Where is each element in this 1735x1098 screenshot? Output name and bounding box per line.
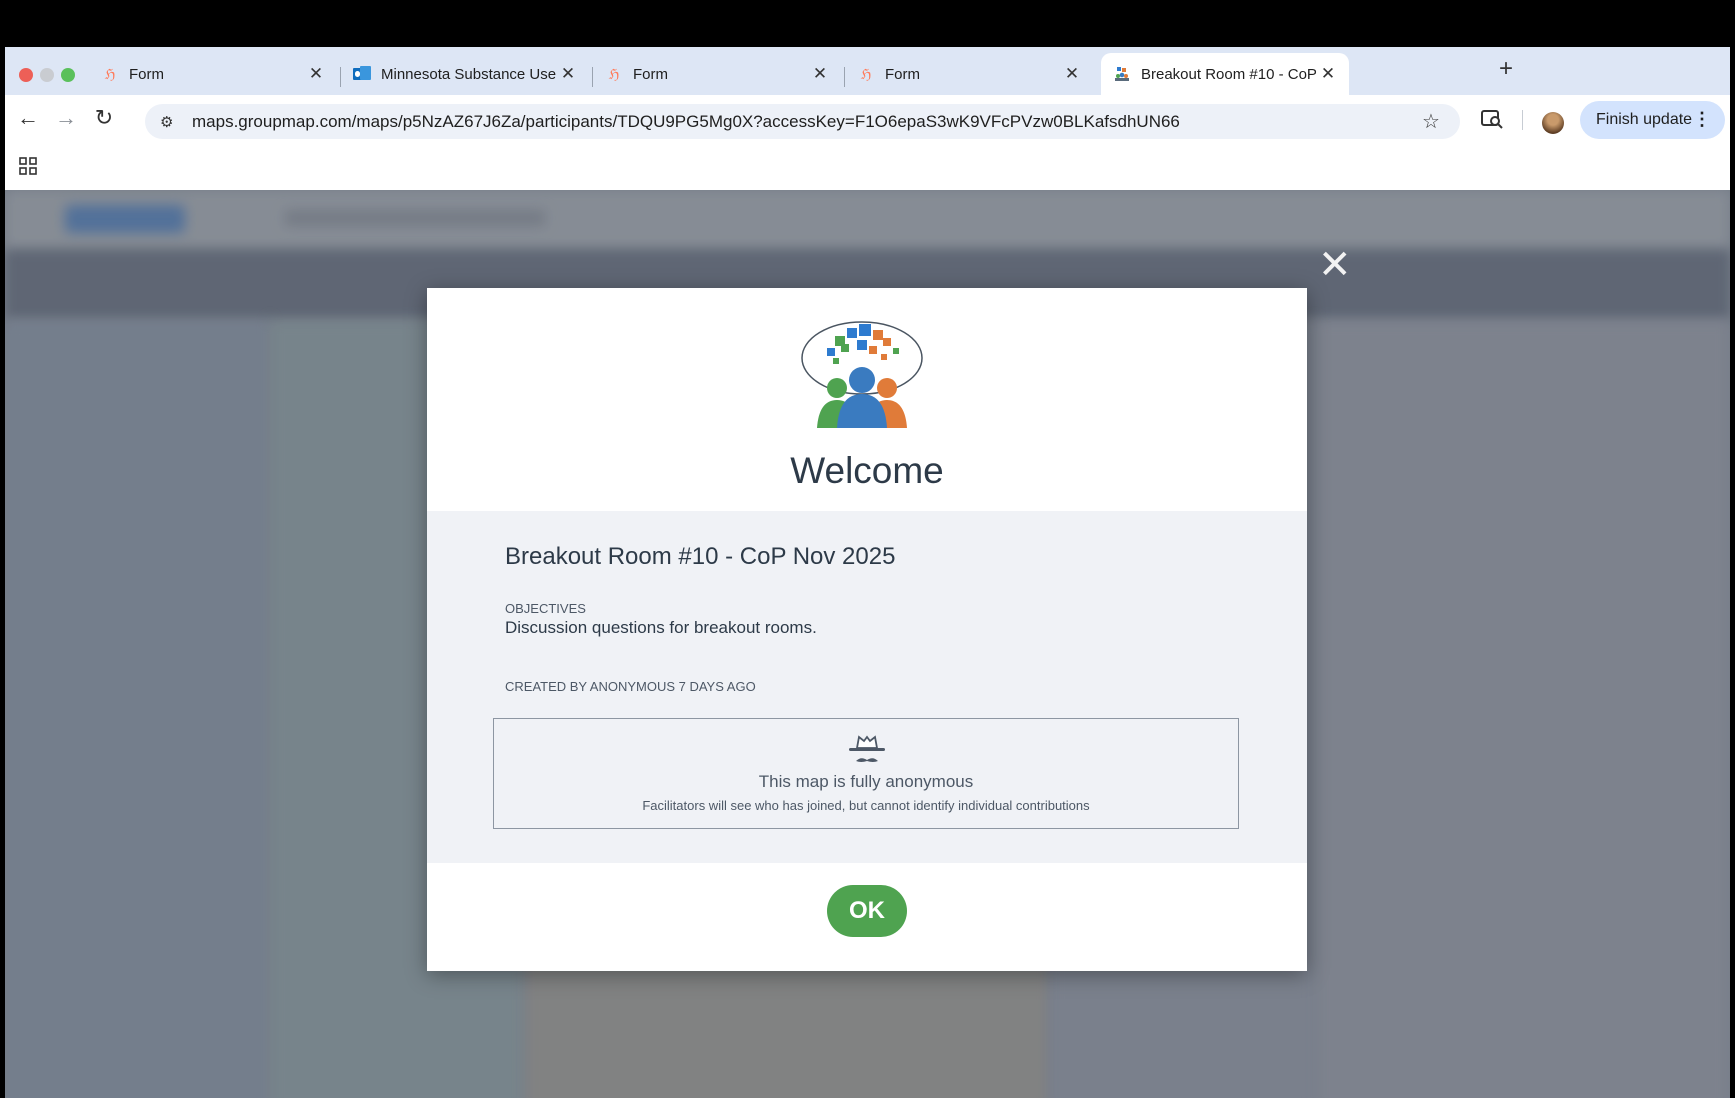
welcome-modal: Welcome Breakout Room #10 - CoP Nov 2025…	[427, 288, 1307, 971]
menu-bar	[5, 5, 1730, 47]
finish-update-label: Finish update	[1596, 111, 1693, 128]
close-window-button[interactable]	[19, 68, 33, 82]
address-bar[interactable]: ⚙ maps.groupmap.com/maps/p5NzAZ67J6Za/pa…	[145, 104, 1460, 139]
created-by-text: CREATED BY ANONYMOUS 7 DAYS AGO	[505, 679, 756, 694]
maximize-window-button[interactable]	[61, 68, 75, 82]
browser-toolbar: ← → ↻ ⚙ maps.groupmap.com/maps/p5NzAZ67J…	[5, 95, 1730, 145]
minimize-window-button[interactable]	[40, 68, 54, 82]
close-modal-icon[interactable]: ✕	[1318, 245, 1352, 285]
tab-close-icon[interactable]: ✕	[1063, 64, 1081, 84]
apps-grid-icon[interactable]	[19, 157, 37, 175]
incognito-icon	[849, 735, 885, 762]
tab-search-icon[interactable]	[1481, 109, 1503, 134]
more-menu-icon[interactable]: ⋮	[1693, 109, 1711, 130]
tab-title: Form	[633, 65, 668, 83]
groupmap-icon	[1113, 65, 1131, 83]
hubspot-icon: ℌ	[608, 65, 620, 82]
welcome-heading: Welcome	[790, 450, 944, 491]
tab-close-icon[interactable]: ✕	[307, 64, 325, 84]
tab-close-icon[interactable]: ✕	[1319, 64, 1337, 84]
reload-icon[interactable]: ↻	[89, 105, 119, 131]
new-tab-button[interactable]: +	[1499, 57, 1513, 81]
site-settings-icon[interactable]: ⚙	[160, 113, 180, 131]
tab-title: Form	[129, 65, 164, 83]
bookmarks-bar	[5, 145, 1730, 190]
objectives-text: Discussion questions for breakout rooms.	[505, 618, 817, 637]
tab-title: Minnesota Substance Use Dis	[381, 65, 559, 83]
tab-strip: ℌ Form ✕ Minnesota Substance Use Dis ✕ ℌ…	[5, 47, 1730, 95]
tab-title: Breakout Room #10 - CoP No	[1141, 65, 1319, 83]
ok-button[interactable]: OK	[827, 885, 907, 937]
tab-title: Form	[885, 65, 920, 83]
hubspot-icon: ℌ	[104, 65, 116, 82]
tab-close-icon[interactable]: ✕	[811, 64, 829, 84]
groupmap-logo	[801, 321, 923, 428]
tab-form-1[interactable]: ℌ Form ✕	[89, 53, 337, 95]
page-content: ✕ Welcome Breakout Room #10 - CoP Nov 20…	[5, 190, 1730, 1098]
bookmark-star-icon[interactable]: ☆	[1422, 109, 1452, 134]
objectives-label: OBJECTIVES	[505, 601, 586, 616]
tab-breakout-room[interactable]: Breakout Room #10 - CoP No ✕	[1101, 53, 1349, 95]
hubspot-icon: ℌ	[860, 65, 872, 82]
screen: ℌ Form ✕ Minnesota Substance Use Dis ✕ ℌ…	[5, 5, 1730, 1098]
modal-body: Breakout Room #10 - CoP Nov 2025 OBJECTI…	[427, 511, 1307, 863]
tab-outlook[interactable]: Minnesota Substance Use Dis ✕	[341, 53, 589, 95]
tab-form-3[interactable]: ℌ Form ✕	[845, 53, 1093, 95]
finish-update-button[interactable]: Finish update ⋮	[1580, 101, 1725, 139]
profile-avatar[interactable]	[1542, 112, 1564, 134]
tab-form-2[interactable]: ℌ Form ✕	[593, 53, 841, 95]
anonymous-subtitle: Facilitators will see who has joined, bu…	[642, 798, 1090, 813]
outlook-icon	[353, 65, 371, 83]
anonymous-notice: This map is fully anonymous Facilitators…	[493, 718, 1239, 829]
url-text[interactable]: maps.groupmap.com/maps/p5NzAZ67J6Za/part…	[192, 112, 1422, 132]
anonymous-title: This map is fully anonymous	[758, 772, 974, 791]
modal-header: Welcome	[427, 288, 1307, 511]
forward-arrow-icon[interactable]: →	[51, 105, 81, 131]
tab-close-icon[interactable]: ✕	[559, 64, 577, 84]
back-arrow-icon[interactable]: ←	[13, 105, 43, 131]
toolbar-separator	[1522, 110, 1523, 130]
map-title: Breakout Room #10 - CoP Nov 2025	[505, 543, 896, 570]
